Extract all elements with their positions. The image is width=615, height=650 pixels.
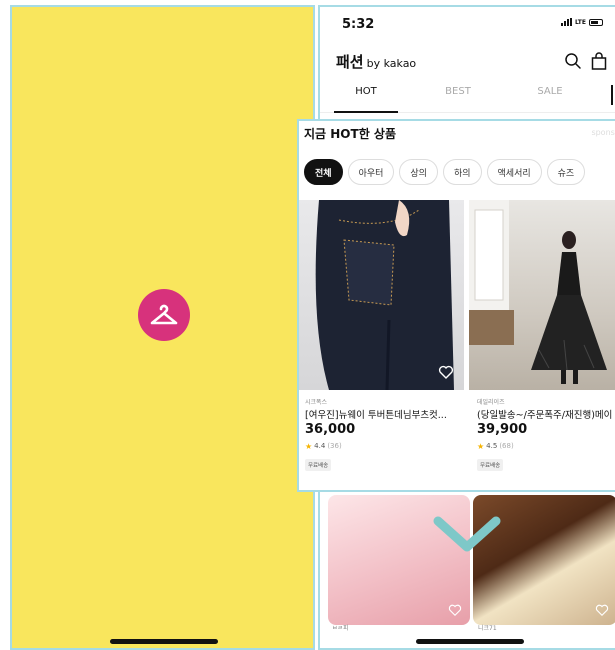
splash-screen bbox=[10, 5, 315, 650]
network-label: LTE bbox=[574, 18, 586, 26]
home-indicator[interactable] bbox=[110, 639, 218, 644]
search-icon[interactable] bbox=[563, 51, 583, 71]
hot-products-popup: 지금 HOT한 상품 sponsor 전체 아우터 상의 하의 액세서리 슈즈 bbox=[297, 119, 615, 492]
battery-icon bbox=[589, 18, 603, 26]
chip-accessory[interactable]: 액세서리 bbox=[486, 159, 542, 185]
chip-shoes[interactable]: 슈즈 bbox=[546, 159, 586, 185]
status-time: 5:32 bbox=[342, 17, 375, 32]
star-icon: ★ bbox=[305, 441, 313, 451]
filter-chips: 전체 아우터 상의 하의 액세서리 슈즈 bbox=[304, 159, 586, 185]
chip-top[interactable]: 상의 bbox=[399, 159, 438, 185]
product-price: 36,000 bbox=[305, 422, 356, 437]
product-image[interactable] bbox=[299, 200, 464, 390]
product-info[interactable]: 시크폭스 [여우진]뉴웨이 투버튼데님부츠컷... 36,000 ★ 4.4 (… bbox=[305, 397, 465, 471]
product-price: 39,900 bbox=[477, 422, 528, 437]
sponsor-label: sponsor bbox=[591, 128, 615, 137]
status-indicators: LTE bbox=[560, 18, 603, 26]
product-brand: 데일리이즈 bbox=[477, 399, 505, 406]
app-header: 패션 by kakao bbox=[320, 45, 615, 75]
product-rating: ★ 4.4 (36) bbox=[305, 441, 342, 451]
hanger-icon bbox=[150, 304, 178, 325]
star-icon: ★ bbox=[477, 441, 485, 451]
product-brand: 시크폭스 bbox=[305, 399, 328, 406]
heart-icon[interactable] bbox=[438, 364, 454, 380]
product-info[interactable]: 데일리이즈 (당일발송~/주문폭주/재진행)메이 39,900 ★ 4.5 (6… bbox=[477, 397, 615, 471]
app-title: 패션 by kakao bbox=[336, 53, 417, 71]
tab-hot[interactable]: HOT bbox=[320, 81, 412, 113]
tab-sale[interactable]: SALE bbox=[504, 81, 596, 112]
chip-all[interactable]: 전체 bbox=[304, 159, 343, 185]
chip-bottom[interactable]: 하의 bbox=[442, 159, 482, 185]
jeans-photo bbox=[315, 200, 454, 390]
heart-icon[interactable] bbox=[595, 603, 609, 617]
home-indicator[interactable] bbox=[416, 639, 524, 644]
signal-icon bbox=[560, 18, 572, 26]
category-tabs: HOT BEST SALE bbox=[320, 81, 615, 113]
peek-brand-label: 니크71 bbox=[478, 625, 497, 632]
tab-scroll-edge bbox=[611, 85, 613, 105]
free-shipping-badge: 무료배송 bbox=[477, 459, 504, 471]
dress-photo bbox=[469, 200, 607, 384]
chevron-down-icon[interactable] bbox=[432, 515, 502, 555]
product-image[interactable] bbox=[469, 200, 615, 390]
chip-outer[interactable]: 아우터 bbox=[347, 159, 395, 185]
popup-title: 지금 HOT한 상품 bbox=[304, 127, 396, 141]
app-logo bbox=[138, 289, 190, 341]
product-name: [여우진]뉴웨이 투버튼데님부츠컷... bbox=[305, 410, 447, 421]
product-rating: ★ 4.5 (68) bbox=[477, 441, 514, 451]
peek-brand-label: ㅂㄹ피 bbox=[332, 625, 349, 632]
product-name: (당일발송~/주문폭주/재진행)메이 bbox=[477, 410, 613, 421]
app-subtitle: by kakao bbox=[366, 57, 417, 70]
free-shipping-badge: 무료배송 bbox=[305, 459, 332, 471]
shopping-bag-icon[interactable] bbox=[589, 51, 609, 71]
tab-best[interactable]: BEST bbox=[412, 81, 504, 112]
status-bar: 5:32 LTE bbox=[320, 7, 615, 43]
heart-icon[interactable] bbox=[448, 603, 462, 617]
